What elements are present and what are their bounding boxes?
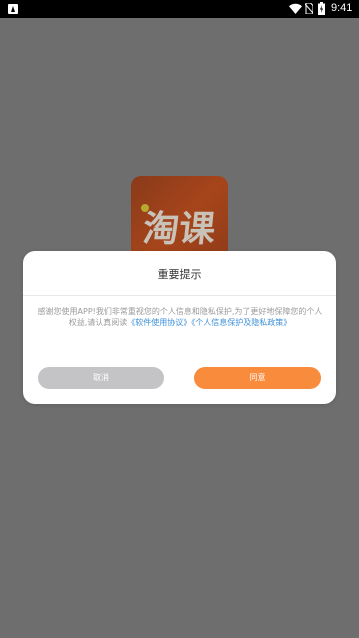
status-bar: 9:41 bbox=[0, 0, 359, 18]
cancel-button[interactable]: 取消 bbox=[38, 367, 164, 389]
privacy-policy-link[interactable]: 《个人信息保护及隐私政策》 bbox=[191, 318, 291, 327]
agree-button[interactable]: 同意 bbox=[194, 367, 321, 389]
dialog-title: 重要提示 bbox=[157, 268, 202, 281]
user-agreement-link[interactable]: 《软件使用协议》 bbox=[127, 318, 191, 327]
status-time: 9:41 bbox=[331, 2, 353, 14]
wifi-icon bbox=[289, 3, 302, 15]
privacy-dialog: 重要提示 感谢您使用APP!我们非常重视您的个人信息和隐私保护,为了更好地保障您… bbox=[23, 251, 336, 404]
screen: 9:41 淘课 重要提示 感谢您使用APP!我们非常重视您的个人信息和隐私保护,… bbox=[0, 0, 359, 638]
app-notification-icon bbox=[8, 4, 18, 14]
no-sim-icon bbox=[305, 3, 313, 14]
dialog-divider bbox=[23, 295, 336, 296]
app-logo-text: 淘课 bbox=[140, 209, 218, 250]
battery-icon bbox=[318, 2, 325, 15]
dialog-body: 感谢您使用APP!我们非常重视您的个人信息和隐私保护,为了更好地保障您的个人权益… bbox=[37, 306, 323, 328]
